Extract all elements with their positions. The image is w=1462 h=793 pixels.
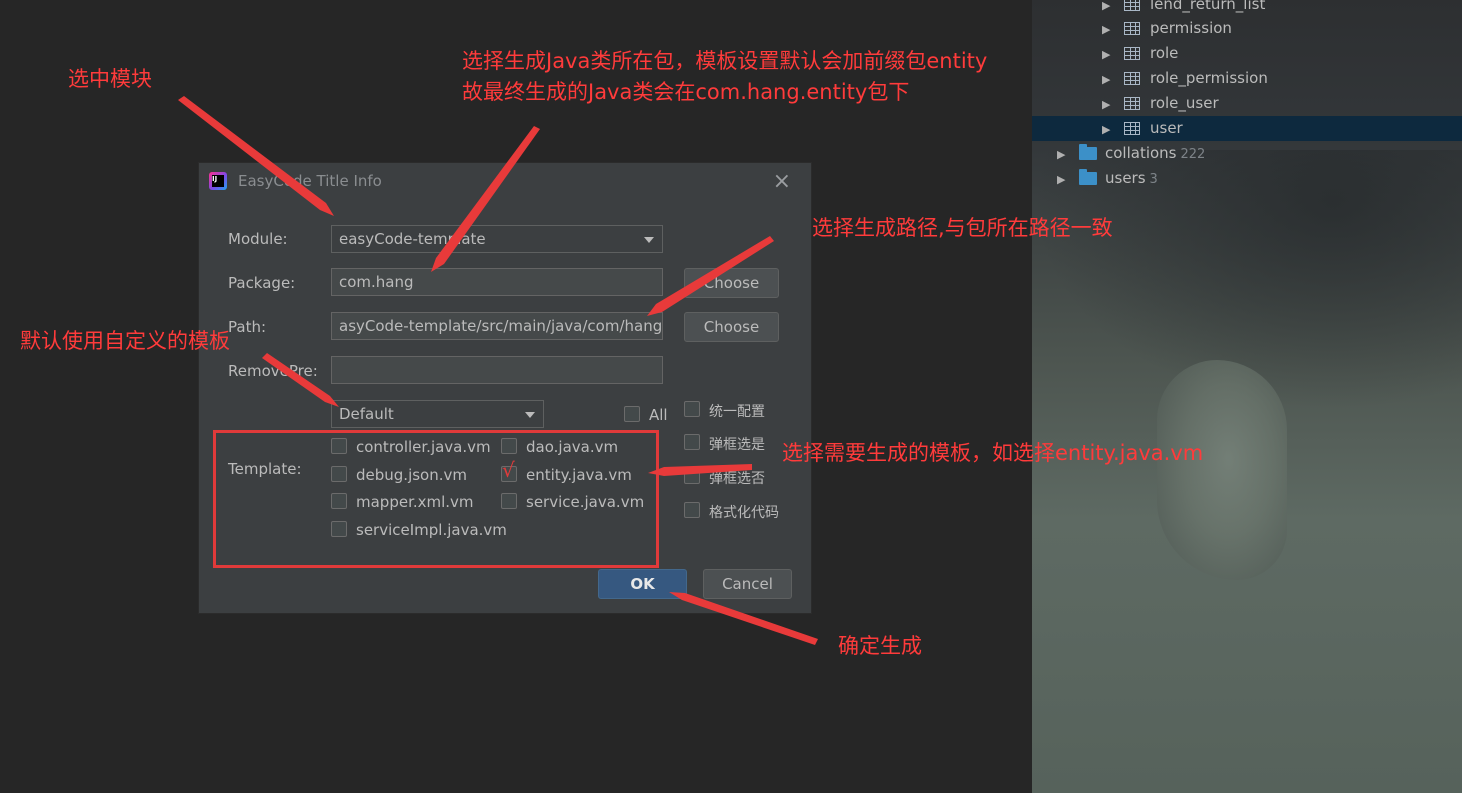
annotation-arrows (178, 96, 818, 645)
arrow-to-path (647, 236, 774, 316)
arrow-to-template (648, 464, 752, 476)
arrow-to-default (262, 353, 339, 407)
arrow-to-package (431, 126, 540, 272)
arrow-to-ok (669, 592, 818, 645)
arrow-to-module (178, 96, 334, 216)
